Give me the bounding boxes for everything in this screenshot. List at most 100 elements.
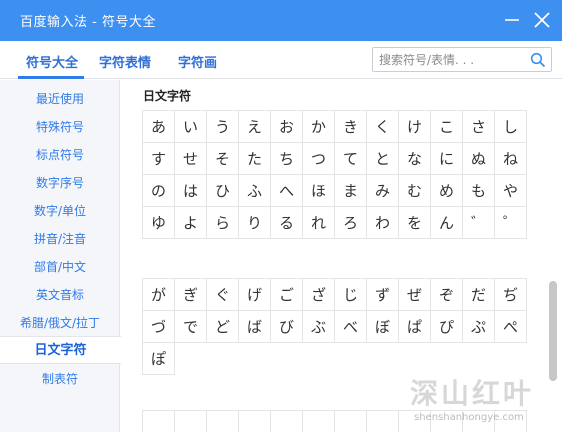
symbol-cell[interactable]: ま xyxy=(335,175,367,207)
symbol-cell[interactable]: れ xyxy=(303,207,335,239)
symbol-cell[interactable]: け xyxy=(399,111,431,143)
symbol-cell[interactable]: ゆ xyxy=(143,207,175,239)
sidebar-item-phonetic[interactable]: 英文音标 xyxy=(0,281,120,309)
symbol-cell[interactable] xyxy=(143,411,175,432)
symbol-cell[interactable]: ふ xyxy=(239,175,271,207)
symbol-cell[interactable]: ゛ xyxy=(463,207,495,239)
symbol-cell[interactable]: げ xyxy=(239,279,271,311)
minimize-button[interactable] xyxy=(500,8,524,32)
sidebar-item-punctuation[interactable]: 标点符号 xyxy=(0,141,120,169)
symbol-cell[interactable]: め xyxy=(431,175,463,207)
symbol-cell[interactable] xyxy=(239,411,271,432)
symbol-cell[interactable]: ゜ xyxy=(495,207,527,239)
symbol-cell[interactable]: な xyxy=(399,143,431,175)
symbol-cell[interactable]: ぽ xyxy=(143,343,175,375)
symbol-cell[interactable]: は xyxy=(175,175,207,207)
symbol-cell[interactable]: す xyxy=(143,143,175,175)
sidebar-item-pinyin[interactable]: 拼音/注音 xyxy=(0,225,120,253)
symbol-cell[interactable]: あ xyxy=(143,111,175,143)
symbol-cell[interactable]: む xyxy=(399,175,431,207)
symbol-cell[interactable] xyxy=(271,411,303,432)
symbol-cell[interactable]: ち xyxy=(271,143,303,175)
symbol-cell[interactable]: じ xyxy=(335,279,367,311)
symbol-cell[interactable] xyxy=(175,411,207,432)
symbol-cell[interactable] xyxy=(431,411,463,432)
symbol-cell[interactable] xyxy=(495,411,527,432)
symbol-cell[interactable]: ざ xyxy=(303,279,335,311)
sidebar-item-numbering[interactable]: 数字序号 xyxy=(0,169,120,197)
tab-symbols[interactable]: 符号大全 xyxy=(26,52,78,71)
symbol-cell[interactable]: う xyxy=(207,111,239,143)
symbol-cell[interactable]: べ xyxy=(335,311,367,343)
symbol-cell[interactable] xyxy=(335,411,367,432)
symbol-cell[interactable]: ぬ xyxy=(463,143,495,175)
symbol-cell[interactable]: ぱ xyxy=(399,311,431,343)
symbol-cell[interactable]: ら xyxy=(207,207,239,239)
symbol-cell[interactable] xyxy=(367,411,399,432)
sidebar-item-radicals[interactable]: 部首/中文 xyxy=(0,253,120,281)
sidebar-item-special[interactable]: 特殊符号 xyxy=(0,113,120,141)
symbol-cell[interactable]: こ xyxy=(431,111,463,143)
symbol-cell[interactable]: ぶ xyxy=(303,311,335,343)
search-icon[interactable] xyxy=(530,52,546,72)
symbol-cell[interactable]: し xyxy=(495,111,527,143)
symbol-cell[interactable]: ご xyxy=(271,279,303,311)
symbol-cell[interactable]: ほ xyxy=(303,175,335,207)
tab-ascii-art[interactable]: 字符画 xyxy=(178,52,217,71)
symbol-cell[interactable] xyxy=(207,411,239,432)
symbol-cell[interactable]: せ xyxy=(175,143,207,175)
symbol-cell[interactable]: る xyxy=(271,207,303,239)
tab-emoticons[interactable]: 字符表情 xyxy=(99,52,151,71)
symbol-cell[interactable] xyxy=(399,411,431,432)
symbol-cell[interactable]: ぢ xyxy=(495,279,527,311)
symbol-cell[interactable]: ず xyxy=(367,279,399,311)
scrollbar-thumb[interactable] xyxy=(549,281,557,381)
symbol-cell[interactable]: い xyxy=(175,111,207,143)
symbol-cell[interactable]: さ xyxy=(463,111,495,143)
symbol-cell[interactable]: び xyxy=(271,311,303,343)
symbol-cell[interactable] xyxy=(463,411,495,432)
symbol-cell[interactable]: ど xyxy=(207,311,239,343)
search-input[interactable] xyxy=(379,51,527,69)
symbol-cell[interactable]: つ xyxy=(303,143,335,175)
sidebar-item-japanese[interactable]: 日文字符 xyxy=(0,336,121,364)
symbol-cell[interactable]: み xyxy=(367,175,399,207)
symbol-cell[interactable]: か xyxy=(303,111,335,143)
symbol-cell[interactable]: ぜ xyxy=(399,279,431,311)
symbol-cell[interactable]: づ xyxy=(143,311,175,343)
symbol-cell[interactable]: ぼ xyxy=(367,311,399,343)
symbol-cell[interactable]: ば xyxy=(239,311,271,343)
symbol-cell[interactable] xyxy=(303,411,335,432)
symbol-cell[interactable]: ぺ xyxy=(495,311,527,343)
symbol-cell[interactable]: に xyxy=(431,143,463,175)
symbol-cell[interactable]: ね xyxy=(495,143,527,175)
symbol-cell[interactable]: く xyxy=(367,111,399,143)
symbol-cell[interactable]: や xyxy=(495,175,527,207)
symbol-cell[interactable]: り xyxy=(239,207,271,239)
symbol-cell[interactable]: そ xyxy=(207,143,239,175)
symbol-cell[interactable]: ろ xyxy=(335,207,367,239)
symbol-cell[interactable]: ぎ xyxy=(175,279,207,311)
symbol-cell[interactable]: へ xyxy=(271,175,303,207)
symbol-cell[interactable]: わ xyxy=(367,207,399,239)
symbol-cell[interactable]: よ xyxy=(175,207,207,239)
symbol-cell[interactable]: ぴ xyxy=(431,311,463,343)
symbol-cell[interactable]: が xyxy=(143,279,175,311)
symbol-cell[interactable]: お xyxy=(271,111,303,143)
sidebar-item-recent[interactable]: 最近使用 xyxy=(0,85,120,113)
symbol-cell[interactable]: で xyxy=(175,311,207,343)
sidebar-item-greek-russian-latin[interactable]: 希腊/俄文/拉丁 xyxy=(0,309,120,337)
symbol-cell[interactable]: と xyxy=(367,143,399,175)
symbol-cell[interactable]: だ xyxy=(463,279,495,311)
symbol-cell[interactable]: の xyxy=(143,175,175,207)
symbol-cell[interactable]: き xyxy=(335,111,367,143)
symbol-cell[interactable]: ぷ xyxy=(463,311,495,343)
symbol-cell[interactable]: ぐ xyxy=(207,279,239,311)
sidebar-item-units[interactable]: 数字/单位 xyxy=(0,197,120,225)
symbol-cell[interactable]: た xyxy=(239,143,271,175)
sidebar-item-box-drawing[interactable]: 制表符 xyxy=(0,365,120,393)
symbol-cell[interactable]: ん xyxy=(431,207,463,239)
close-button[interactable] xyxy=(530,8,554,32)
symbol-cell[interactable]: を xyxy=(399,207,431,239)
symbol-cell[interactable]: て xyxy=(335,143,367,175)
